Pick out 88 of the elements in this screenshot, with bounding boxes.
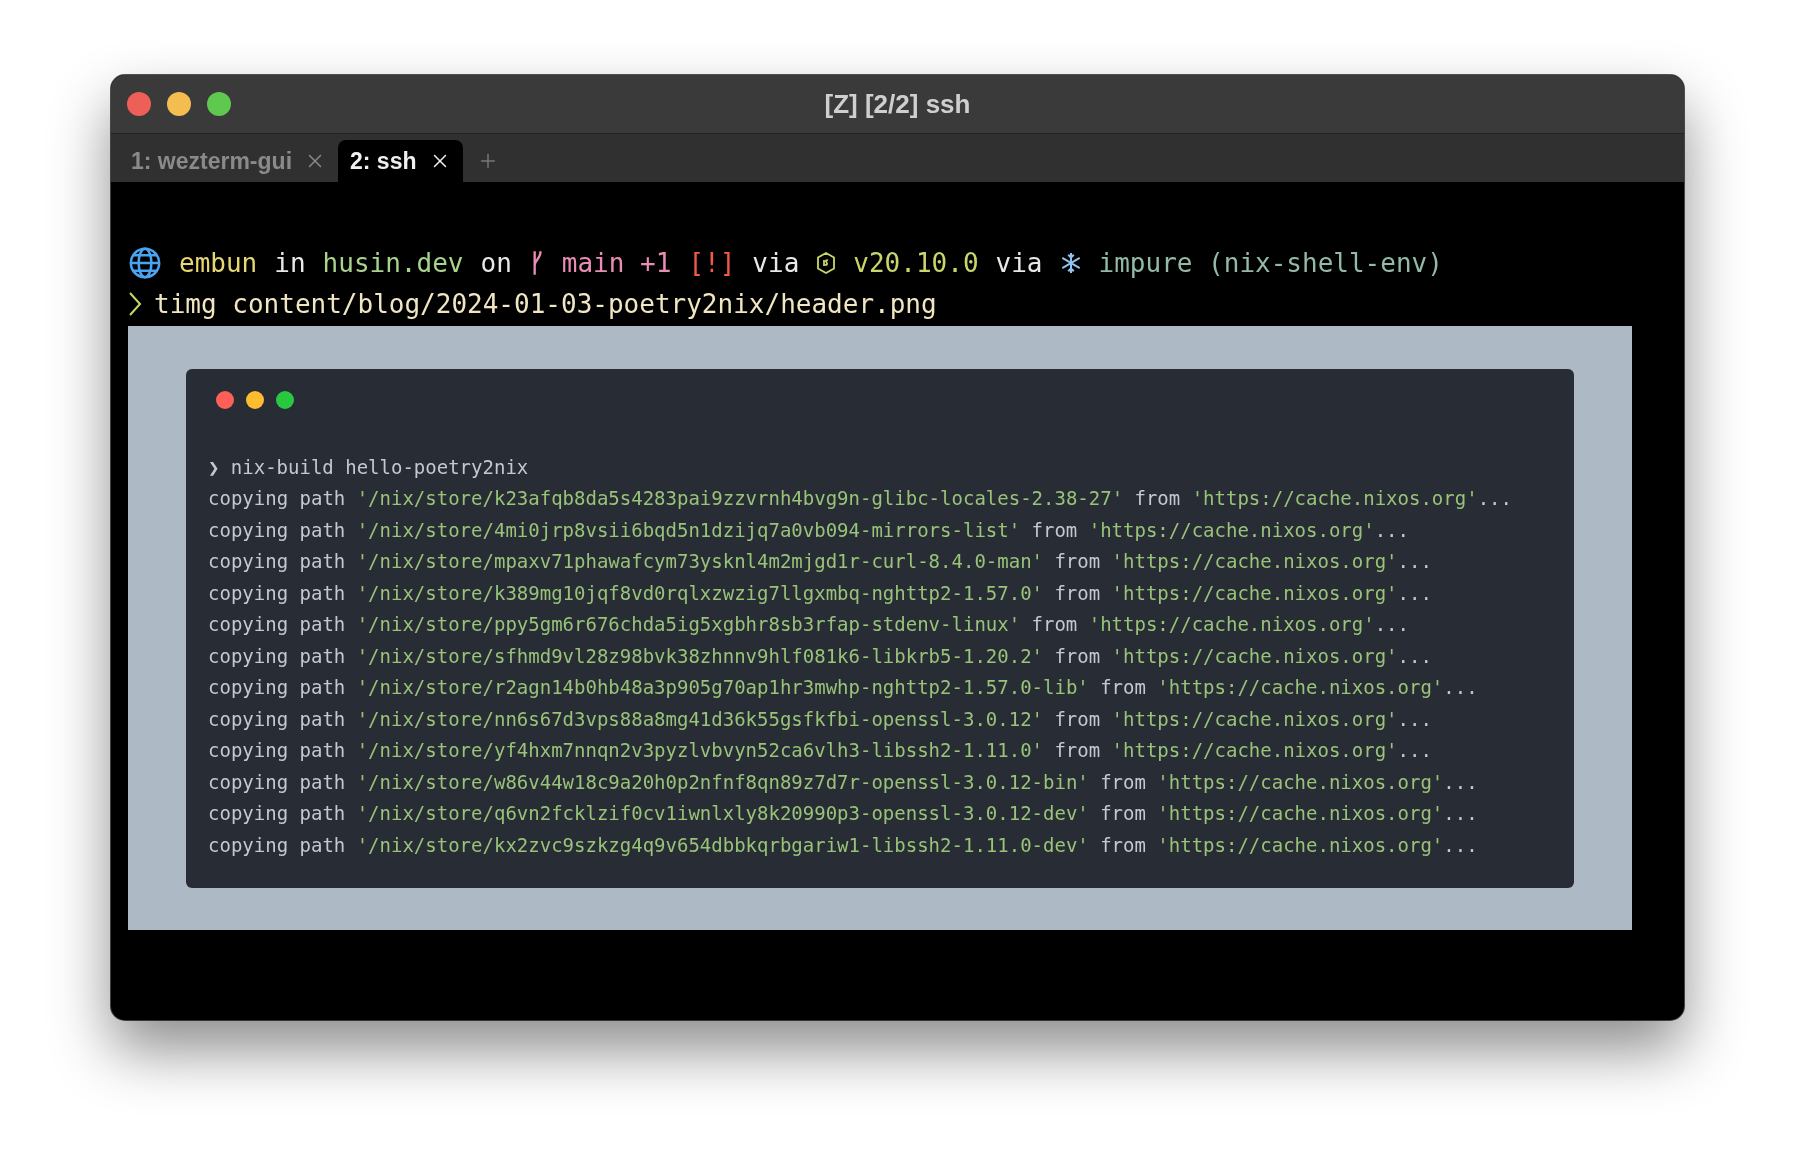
cache-url: 'https://cache.nixos.org': [1111, 707, 1398, 730]
ellipsis: ...: [1443, 802, 1478, 825]
store-path: '/nix/store/mpaxv71phawafcym73ysknl4m2mjgd1r-curl-8.4.0-man': [356, 550, 1043, 573]
store-path: '/nix/store/kx2zvc9szkzg4q9v654dbbkqrbgariw1-libssh2-1.11.0-dev': [356, 833, 1089, 856]
store-path: '/nix/store/4mi0jrp8vsii6bqd5n1dzijq7a0vb094-mirrors-list': [356, 518, 1021, 541]
prompt-text: embun: [179, 247, 258, 278]
log-text: from: [1100, 676, 1146, 699]
log-text: copying path: [208, 613, 346, 636]
cache-url: 'https://cache.nixos.org': [1111, 739, 1398, 762]
tab[interactable]: 1: wezterm-gui: [119, 140, 339, 182]
prompt-symbol: ❯: [208, 455, 220, 478]
store-path: '/nix/store/yf4hxm7nnqn2v3pyzlvbvyn52ca6vlh3-libssh2-1.11.0': [356, 739, 1043, 762]
ellipsis: ...: [1397, 739, 1432, 762]
maximize-button[interactable]: [207, 92, 231, 116]
store-path: '/nix/store/k389mg10jqf8vd0rqlxzwzig7llgxmbq-nghttp2-1.57.0': [356, 581, 1043, 604]
minimize-dot-icon: [246, 391, 264, 409]
cache-url: 'https://cache.nixos.org': [1157, 802, 1444, 825]
cache-url: 'https://cache.nixos.org': [1157, 770, 1444, 793]
ellipsis: ...: [1443, 676, 1478, 699]
store-path: '/nix/store/nn6s67d3vps88a8mg41d36k55gsfkfbi-openssl-3.0.12': [356, 707, 1043, 730]
prompt-text: husin.dev: [322, 247, 464, 278]
prompt-text: in: [274, 247, 306, 278]
log-text: copying path: [208, 644, 346, 667]
cache-url: 'https://cache.nixos.org': [1191, 487, 1478, 510]
log-text: from: [1100, 833, 1146, 856]
ellipsis: ...: [1443, 833, 1478, 856]
log-text: from: [1054, 550, 1101, 573]
maximize-dot-icon: [276, 391, 294, 409]
tab[interactable]: 2: ssh: [338, 140, 463, 182]
log-text: copying path: [208, 739, 346, 762]
tab-label: 2: ssh: [350, 147, 417, 175]
store-path: '/nix/store/r2agn14b0hb48a3p905g70ap1hr3mwhp-nghttp2-1.57.0-lib': [356, 676, 1089, 699]
cache-url: 'https://cache.nixos.org': [1111, 550, 1398, 573]
log-text: copying path: [208, 487, 346, 510]
window-title: [Z] [2/2] ssh: [824, 88, 971, 119]
ellipsis: ...: [1374, 518, 1409, 541]
ellipsis: ...: [1443, 770, 1478, 793]
store-path: '/nix/store/sfhmd9vl28z98bvk38zhnnv9hlf081k6-libkrb5-1.20.2': [356, 644, 1043, 667]
log-text: from: [1134, 487, 1181, 510]
cache-url: 'https://cache.nixos.org': [1111, 644, 1398, 667]
log-text: copying path: [208, 581, 346, 604]
cache-url: 'https://cache.nixos.org': [1157, 676, 1444, 699]
log-text: copying path: [208, 676, 346, 699]
chevron-icon: [128, 290, 142, 317]
store-path: '/nix/store/w86v44w18c9a20h0p2nfnf8qn89z7d7r-openssl-3.0.12-bin': [356, 770, 1089, 793]
log-text: from: [1031, 518, 1078, 541]
log-text: from: [1054, 707, 1101, 730]
prompt-text: impure (nix-shell-env): [1098, 247, 1443, 278]
prompt-text: on: [480, 247, 512, 278]
log-text: from: [1054, 739, 1101, 762]
log-text: from: [1100, 770, 1146, 793]
command-text: timg content/blog/2024-01-03-poetry2nix/header.png: [154, 288, 937, 319]
log-text: from: [1100, 802, 1146, 825]
cache-url: 'https://cache.nixos.org': [1088, 613, 1375, 636]
log-text: from: [1054, 644, 1101, 667]
prompt-text: via: [752, 247, 800, 278]
globe-icon: [128, 245, 162, 280]
log-text: from: [1031, 613, 1078, 636]
ellipsis: ...: [1397, 707, 1432, 730]
log-text: copying path: [208, 802, 346, 825]
prompt-text: v20.10.0: [853, 247, 979, 278]
close-dot-icon: [216, 391, 234, 409]
log-text: copying path: [208, 518, 346, 541]
tab-label: 1: wezterm-gui: [131, 147, 293, 175]
log-text: copying path: [208, 707, 346, 730]
close-button[interactable]: [127, 92, 151, 116]
ellipsis: ...: [1374, 613, 1409, 636]
log-text: from: [1054, 581, 1101, 604]
prompt-text: [!]: [688, 247, 736, 278]
prompt-text: via: [995, 247, 1043, 278]
ellipsis: ...: [1397, 644, 1432, 667]
minimize-button[interactable]: [167, 92, 191, 116]
command-text: nix-build hello-poetry2nix: [230, 455, 529, 478]
log-text: copying path: [208, 550, 346, 573]
ellipsis: ...: [1397, 550, 1432, 573]
log-text: copying path: [208, 770, 346, 793]
log-text: copying path: [208, 833, 346, 856]
store-path: '/nix/store/ppy5gm6r676chda5ig5xgbhr8sb3rfap-stdenv-linux': [356, 613, 1021, 636]
ellipsis: ...: [1477, 487, 1512, 510]
store-path: '/nix/store/k23afqb8da5s4283pai9zzvrnh4bvg9n-glibc-locales-2.38-27': [356, 487, 1124, 510]
cache-url: 'https://cache.nixos.org': [1157, 833, 1444, 856]
cache-url: 'https://cache.nixos.org': [1088, 518, 1375, 541]
hexagon-icon: [816, 251, 837, 274]
prompt-text: main +1: [561, 247, 672, 278]
store-path: '/nix/store/q6vn2fcklzif0cv1iwnlxly8k20990p3-openssl-3.0.12-dev': [356, 802, 1089, 825]
snowflake-icon: [1059, 251, 1082, 274]
ellipsis: ...: [1397, 581, 1432, 604]
cache-url: 'https://cache.nixos.org': [1111, 581, 1398, 604]
